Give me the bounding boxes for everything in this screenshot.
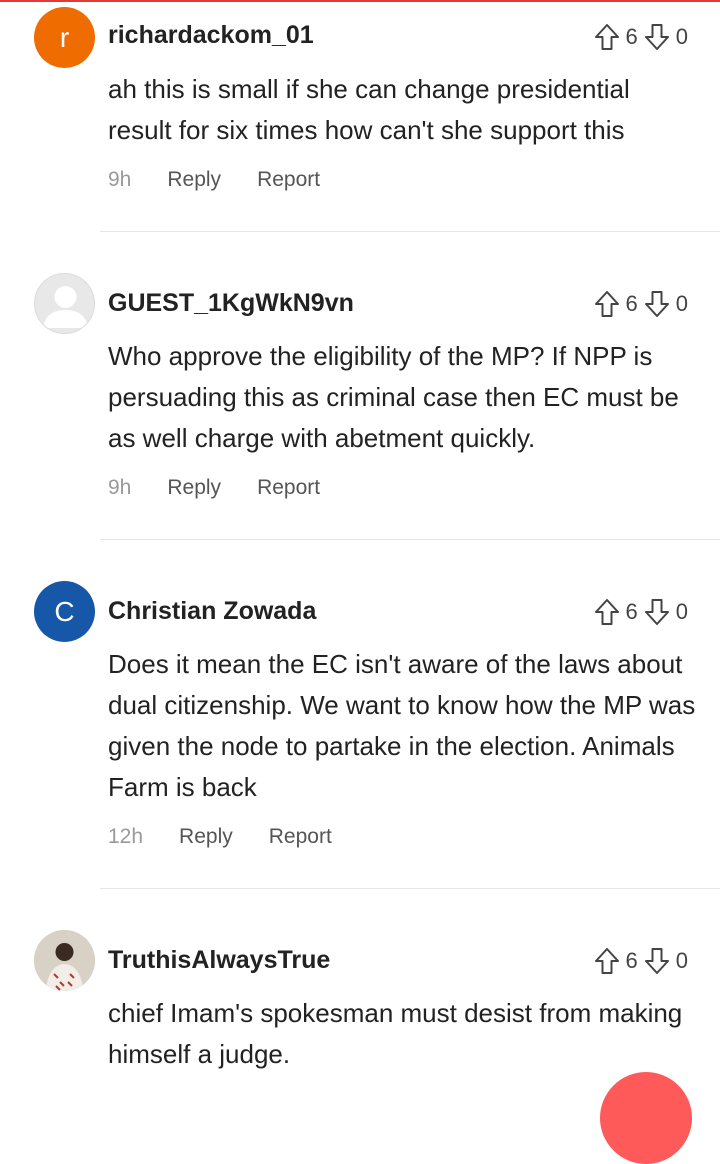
user-photo-icon bbox=[34, 930, 95, 991]
reply-button[interactable]: Reply bbox=[167, 476, 221, 500]
comment-divider bbox=[100, 888, 720, 889]
comment-text: Who approve the eligibility of the MP? I… bbox=[108, 341, 679, 453]
comment-divider bbox=[100, 231, 720, 232]
comment-meta: 12h Reply Report bbox=[108, 825, 332, 849]
downvote-count: 0 bbox=[675, 291, 688, 316]
upvote-button[interactable]: 6 bbox=[594, 947, 644, 975]
vote-controls: 6 0 bbox=[594, 946, 688, 976]
downvote-button[interactable]: 0 bbox=[644, 598, 688, 626]
vote-controls: 6 0 bbox=[594, 22, 688, 52]
comment-username[interactable]: GUEST_1KgWkN9vn bbox=[108, 289, 354, 318]
avatar[interactable]: r bbox=[34, 7, 95, 68]
arrow-up-icon bbox=[594, 291, 619, 317]
upvote-count: 6 bbox=[625, 291, 638, 316]
comment-text: ah this is small if she can change presi… bbox=[108, 74, 630, 145]
upvote-count: 6 bbox=[625, 24, 638, 49]
downvote-button[interactable]: 0 bbox=[644, 947, 688, 975]
comment-text: Does it mean the EC isn't aware of the l… bbox=[108, 649, 696, 802]
comment-time: 12h bbox=[108, 825, 144, 848]
upvote-count: 6 bbox=[625, 599, 638, 624]
comment-meta: 9h Reply Report bbox=[108, 476, 320, 500]
upvote-button[interactable]: 6 bbox=[594, 290, 644, 318]
downvote-count: 0 bbox=[675, 599, 688, 624]
avatar[interactable] bbox=[34, 930, 95, 991]
downvote-button[interactable]: 0 bbox=[644, 23, 688, 51]
floating-action-button[interactable] bbox=[600, 1072, 692, 1164]
downvote-count: 0 bbox=[675, 24, 688, 49]
vote-controls: 6 0 bbox=[594, 289, 688, 319]
arrow-down-icon bbox=[644, 948, 669, 974]
report-button[interactable]: Report bbox=[269, 825, 332, 849]
arrow-up-icon bbox=[594, 948, 619, 974]
comment-meta: 9h Reply Report bbox=[108, 168, 320, 192]
top-accent-line bbox=[0, 0, 720, 2]
comment-time: 9h bbox=[108, 476, 132, 499]
comment-username[interactable]: TruthisAlwaysTrue bbox=[108, 946, 330, 975]
comment-time: 9h bbox=[108, 168, 132, 191]
arrow-down-icon bbox=[644, 24, 669, 50]
downvote-count: 0 bbox=[675, 948, 688, 973]
upvote-count: 6 bbox=[625, 948, 638, 973]
report-button[interactable]: Report bbox=[257, 168, 320, 192]
downvote-button[interactable]: 0 bbox=[644, 290, 688, 318]
avatar[interactable] bbox=[34, 273, 95, 334]
arrow-down-icon bbox=[644, 599, 669, 625]
reply-button[interactable]: Reply bbox=[179, 825, 233, 849]
vote-controls: 6 0 bbox=[594, 597, 688, 627]
guest-user-icon bbox=[43, 286, 88, 328]
report-button[interactable]: Report bbox=[257, 476, 320, 500]
arrow-up-icon bbox=[594, 24, 619, 50]
upvote-button[interactable]: 6 bbox=[594, 23, 644, 51]
comment-username[interactable]: richardackom_01 bbox=[108, 21, 314, 50]
arrow-up-icon bbox=[594, 599, 619, 625]
comment-divider bbox=[100, 539, 720, 540]
comment-text: chief Imam's spokesman must desist from … bbox=[108, 998, 683, 1069]
upvote-button[interactable]: 6 bbox=[594, 598, 644, 626]
avatar[interactable]: C bbox=[34, 581, 95, 642]
arrow-down-icon bbox=[644, 291, 669, 317]
reply-button[interactable]: Reply bbox=[167, 168, 221, 192]
comment-username[interactable]: Christian Zowada bbox=[108, 597, 316, 626]
